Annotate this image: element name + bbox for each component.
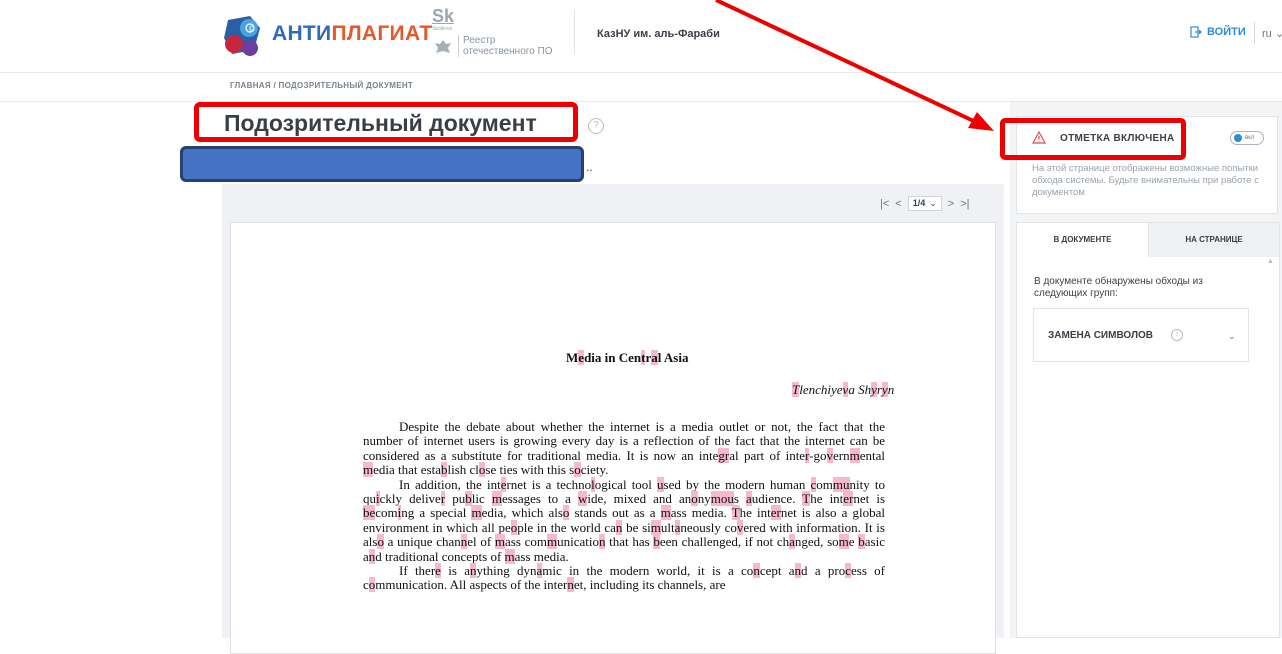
- login-label: ВОЙТИ: [1207, 26, 1246, 38]
- paragraph: If there is anything dynamic in the mode…: [363, 563, 886, 593]
- chevron-down-icon: ⌄: [929, 198, 937, 208]
- next-page-button[interactable]: >: [948, 198, 954, 210]
- annotation-highlight-box: [194, 102, 578, 142]
- registry-label: Реестр отечественного ПО: [458, 35, 553, 57]
- breadcrumb-current: ПОДОЗРИТЕЛЬНЫЙ ДОКУМЕНТ: [278, 81, 414, 90]
- brand-part-plagiat: ПЛАГИАТ: [331, 22, 433, 45]
- breadcrumb: ГЛАВНАЯ / ПОДОЗРИТЕЛЬНЫЙ ДОКУМЕНТ: [230, 81, 413, 90]
- page-select-value: 1/4: [912, 198, 926, 208]
- last-page-button[interactable]: >|: [960, 198, 969, 210]
- russian-emblem-icon: [435, 40, 451, 53]
- redacted-document-name: [180, 146, 584, 182]
- breadcrumb-separator: /: [273, 81, 276, 90]
- skolkovo-caption: Skolkovo: [432, 26, 453, 32]
- header-divider: [574, 10, 575, 54]
- antiplagiat-logo-icon[interactable]: ©: [220, 14, 266, 60]
- document-name-tail: ..: [586, 160, 593, 174]
- chevron-down-icon[interactable]: ⌄: [1228, 331, 1236, 342]
- alert-description: На этой странице отображены возможные по…: [1032, 163, 1259, 198]
- page-select[interactable]: 1/4 ⌄: [907, 196, 942, 211]
- document-body: Despite the debate about whether the int…: [363, 419, 886, 593]
- toggle-label: вкл: [1245, 135, 1255, 141]
- help-icon[interactable]: ?: [588, 118, 604, 134]
- brand-part-anti: АНТИ: [272, 22, 332, 45]
- prev-page-button[interactable]: <: [895, 198, 901, 210]
- language-selector[interactable]: ru ⌄: [1262, 27, 1282, 40]
- language-value: ru: [1262, 28, 1272, 40]
- document-title: Media in Central Asia: [566, 350, 689, 365]
- paragraph: In addition, the internet is a technolog…: [363, 476, 886, 564]
- chevron-down-icon: ⌄: [1274, 28, 1282, 40]
- login-icon: [1190, 26, 1202, 38]
- first-page-button[interactable]: |<: [880, 198, 889, 210]
- toggle-knob: [1234, 134, 1242, 142]
- brand-name[interactable]: АНТИПЛАГИАТ: [272, 22, 433, 46]
- bypass-group-label: ЗАМЕНА СИМВОЛОВ: [1048, 330, 1153, 341]
- svg-text:©: ©: [248, 25, 255, 33]
- paragraph: Despite the debate about whether the int…: [363, 419, 886, 478]
- info-icon[interactable]: i: [1171, 329, 1183, 341]
- marking-toggle[interactable]: вкл: [1230, 131, 1264, 145]
- document-author: Tlenchiyeva Shyryn: [792, 382, 895, 397]
- breadcrumb-home[interactable]: ГЛАВНАЯ: [230, 81, 271, 90]
- registry-line-1: Реестр: [463, 35, 496, 46]
- tab-on-page[interactable]: НА СТРАНИЦЕ: [1148, 223, 1279, 257]
- page-navigator: |< < 1/4 ⌄ > >|: [880, 196, 970, 211]
- scroll-up-arrow[interactable]: ▲: [1267, 258, 1274, 265]
- header-divider-right: [1254, 22, 1255, 44]
- registry-line-2: отечественного ПО: [463, 46, 553, 57]
- annotation-highlight-box: [1000, 118, 1186, 160]
- organization-name: КазНУ им. аль-Фараби: [597, 28, 720, 40]
- login-button[interactable]: ВОЙТИ: [1190, 26, 1246, 38]
- tab-in-document[interactable]: В ДОКУМЕНТЕ: [1017, 223, 1148, 257]
- found-groups-text: В документе обнаружены обходы из следующ…: [1034, 276, 1203, 299]
- skolkovo-logo: Sk: [432, 6, 455, 26]
